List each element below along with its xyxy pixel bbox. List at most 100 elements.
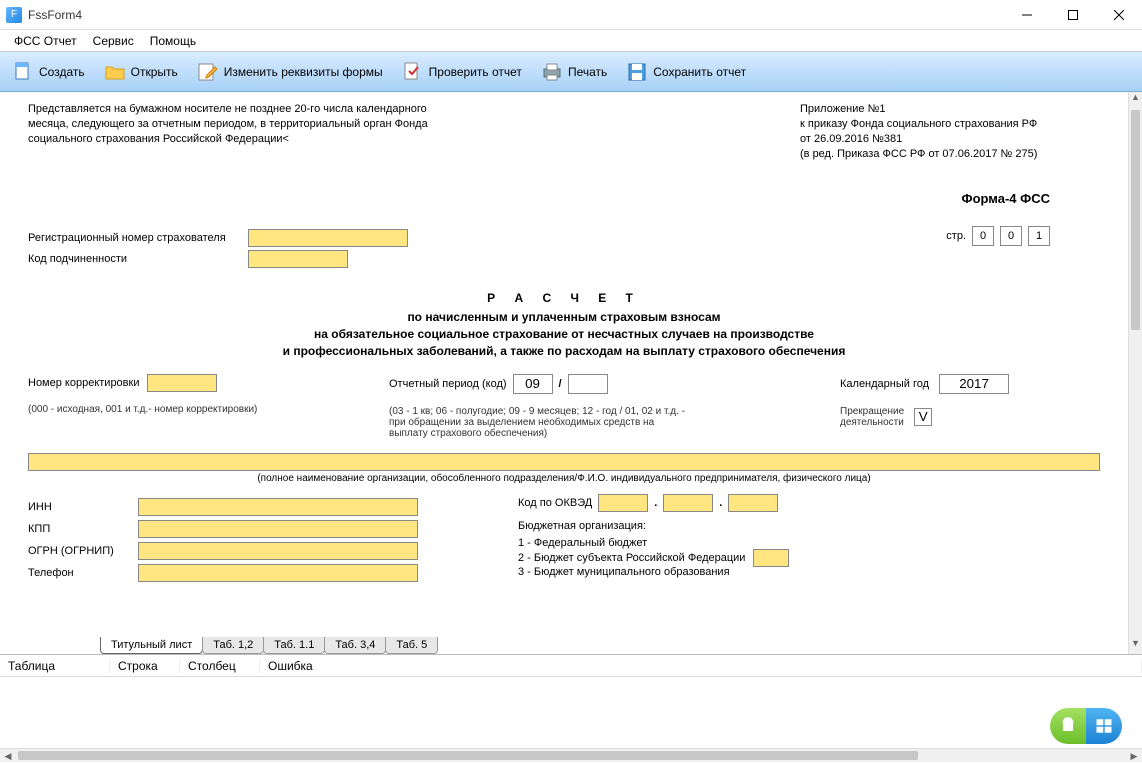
tab-11[interactable]: Таб. 1.1 [263, 637, 325, 654]
vertical-scrollbar[interactable]: ▲ ▼ [1128, 92, 1142, 654]
edit-props-button[interactable]: Изменить реквизиты формы [191, 56, 392, 88]
organization-name-input[interactable] [28, 453, 1100, 471]
reg-number-label: Регистрационный номер страхователя [28, 232, 248, 244]
tab-title-sheet[interactable]: Титульный лист [100, 637, 203, 654]
correction-hint: (000 - исходная, 001 и т.д.- номер корре… [28, 404, 257, 415]
page-cell-3: 1 [1028, 226, 1050, 246]
organization-hint: (полное наименование организации, обособ… [28, 473, 1100, 484]
kpp-input[interactable] [138, 520, 418, 538]
period-input-2[interactable] [568, 374, 608, 394]
maximize-button[interactable] [1050, 0, 1096, 30]
correction-input[interactable] [147, 374, 217, 392]
errors-header: Таблица Строка Столбец Ошибка [0, 655, 1142, 677]
inn-input[interactable] [138, 498, 418, 516]
ogrn-label: ОГРН (ОГРНИП) [28, 545, 128, 557]
window-title: FssForm4 [28, 8, 1004, 22]
edit-icon [196, 60, 220, 84]
appendix-line: Приложение №1 [800, 102, 1100, 117]
check-button[interactable]: Проверить отчет [396, 56, 531, 88]
inn-label: ИНН [28, 501, 128, 513]
toolbar: Создать Открыть Изменить реквизиты формы… [0, 52, 1142, 92]
period-input-1[interactable] [513, 374, 553, 394]
okved-input-3[interactable] [728, 494, 778, 512]
tab-12[interactable]: Таб. 1,2 [202, 637, 264, 654]
col-column[interactable]: Столбец [180, 659, 260, 673]
period-hint: (03 - 1 кв; 06 - полугодие; 09 - 9 месяц… [389, 406, 689, 439]
hscroll-thumb[interactable] [18, 751, 918, 760]
scroll-right-icon[interactable]: ▶ [1126, 749, 1142, 762]
budget-title: Бюджетная организация: [518, 520, 898, 532]
open-button[interactable]: Открыть [98, 56, 187, 88]
budget-type-input[interactable] [753, 549, 789, 567]
okved-input-1[interactable] [598, 494, 648, 512]
year-input[interactable] [939, 374, 1009, 394]
scroll-thumb[interactable] [1131, 110, 1140, 330]
main-title: Р А С Ч Е Т [28, 291, 1100, 305]
order-line: к приказу Фонда социального страхования … [800, 117, 1100, 132]
tab-34[interactable]: Таб. 3,4 [324, 637, 386, 654]
scroll-left-icon[interactable]: ◀ [0, 749, 16, 762]
kpp-label: КПП [28, 523, 128, 535]
menubar: ФСС Отчет Сервис Помощь [0, 30, 1142, 52]
col-table[interactable]: Таблица [0, 659, 110, 673]
budget-list: 1 - Федеральный бюджет 2 - Бюджет субъек… [518, 536, 745, 581]
new-doc-icon [11, 60, 35, 84]
page-cell-1: 0 [972, 226, 994, 246]
check-label: Проверить отчет [429, 65, 522, 79]
open-label: Открыть [131, 65, 178, 79]
errors-pane: Таблица Строка Столбец Ошибка [0, 654, 1142, 748]
page-label: стр. [946, 230, 966, 242]
subtitle: по начисленным и уплаченным страховым вз… [28, 309, 1100, 359]
period-separator: / [559, 378, 562, 390]
android-icon[interactable] [1050, 708, 1086, 744]
correction-label: Номер корректировки [28, 377, 139, 389]
print-label: Печать [568, 65, 607, 79]
create-button[interactable]: Создать [6, 56, 94, 88]
period-label: Отчетный период (код) [389, 378, 507, 390]
col-row[interactable]: Строка [110, 659, 180, 673]
year-label: Календарный год [840, 378, 929, 390]
tel-input[interactable] [138, 564, 418, 582]
termination-checkbox[interactable] [914, 408, 932, 426]
print-button[interactable]: Печать [535, 56, 616, 88]
submission-note: Представляется на бумажном носителе не п… [28, 102, 468, 161]
reg-number-input[interactable] [248, 229, 408, 247]
save-label: Сохранить отчет [653, 65, 746, 79]
titlebar: F FssForm4 [0, 0, 1142, 30]
folder-open-icon [103, 60, 127, 84]
close-button[interactable] [1096, 0, 1142, 30]
menu-help[interactable]: Помощь [142, 32, 204, 50]
create-label: Создать [39, 65, 85, 79]
okved-dot-2: . [719, 497, 722, 509]
okved-label: Код по ОКВЭД [518, 497, 592, 509]
printer-icon [540, 60, 564, 84]
tel-label: Телефон [28, 567, 128, 579]
menu-fss-report[interactable]: ФСС Отчет [6, 32, 85, 50]
app-icon: F [6, 7, 22, 23]
edit-props-label: Изменить реквизиты формы [224, 65, 383, 79]
page-cell-2: 0 [1000, 226, 1022, 246]
document-area[interactable]: Представляется на бумажном носителе не п… [0, 92, 1128, 654]
minimize-button[interactable] [1004, 0, 1050, 30]
scroll-up-icon[interactable]: ▲ [1129, 92, 1142, 108]
order-date-line: от 26.09.2016 №381 [800, 132, 1100, 147]
save-button[interactable]: Сохранить отчет [620, 56, 755, 88]
form-name: Форма-4 ФСС [28, 191, 1100, 206]
okved-input-2[interactable] [663, 494, 713, 512]
ogrn-input[interactable] [138, 542, 418, 560]
termination-label: Прекращение деятельности [840, 406, 904, 428]
tab-5[interactable]: Таб. 5 [385, 637, 438, 654]
col-error[interactable]: Ошибка [260, 659, 1142, 673]
menu-service[interactable]: Сервис [85, 32, 142, 50]
save-icon [625, 60, 649, 84]
promo-badges [1050, 708, 1122, 744]
sheet-tabs: Титульный лист Таб. 1,2 Таб. 1.1 Таб. 3,… [100, 634, 437, 654]
scroll-down-icon[interactable]: ▼ [1129, 638, 1142, 654]
check-icon [401, 60, 425, 84]
horizontal-scrollbar[interactable]: ◀ ▶ [0, 748, 1142, 762]
sub-code-label: Код подчиненности [28, 253, 248, 265]
windows-icon[interactable] [1086, 708, 1122, 744]
okved-dot-1: . [654, 497, 657, 509]
sub-code-input[interactable] [248, 250, 348, 268]
order-reference: Приложение №1 к приказу Фонда социальног… [800, 102, 1100, 161]
